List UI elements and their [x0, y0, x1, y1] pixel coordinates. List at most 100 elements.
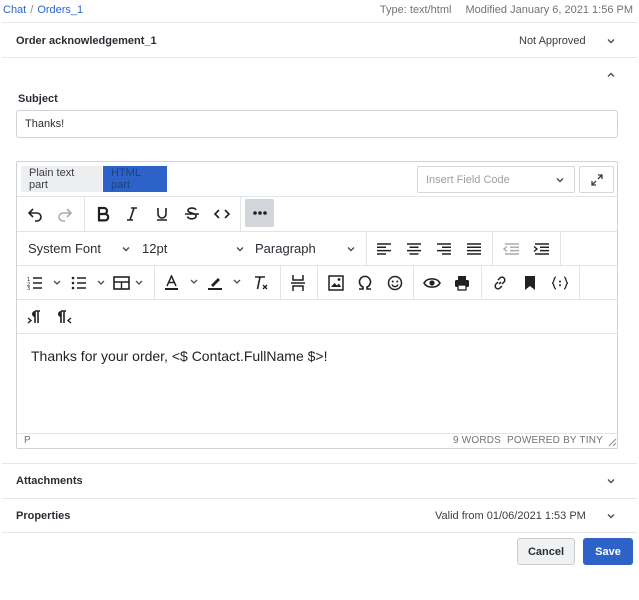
element-path[interactable]: P: [24, 435, 31, 446]
code-icon: [214, 209, 230, 219]
bookmark-icon: [525, 276, 535, 290]
insert-field-code-placeholder: Insert Field Code: [426, 173, 510, 186]
align-center-button[interactable]: [404, 239, 424, 259]
block-format-select[interactable]: Paragraph: [255, 241, 357, 256]
insert-field-code-select[interactable]: Insert Field Code: [417, 166, 575, 193]
properties-title[interactable]: Properties: [16, 510, 70, 522]
chevron-down-icon: [556, 177, 564, 182]
separator: [560, 232, 561, 266]
align-justify-icon: [467, 243, 481, 255]
numbered-list-icon: 1 2 3: [27, 277, 61, 290]
align-left-button[interactable]: [374, 239, 394, 259]
tab-html-part[interactable]: HTML part: [103, 166, 167, 192]
separator: [579, 266, 580, 300]
underline-icon: [157, 208, 167, 221]
preview-button[interactable]: [421, 273, 443, 293]
approval-status-chevron-down-icon[interactable]: [605, 35, 617, 47]
separator: [240, 197, 241, 232]
properties-chevron-down-icon[interactable]: [605, 510, 617, 522]
breadcrumb-chat-link[interactable]: Chat: [3, 4, 26, 16]
separator: [481, 266, 482, 300]
word-count: 9 WORDS: [452, 435, 502, 446]
page-break-button[interactable]: [287, 273, 309, 293]
cancel-button[interactable]: Cancel: [517, 538, 575, 565]
emoticons-button[interactable]: [384, 273, 406, 293]
table-button[interactable]: [112, 273, 148, 293]
italic-button[interactable]: [121, 203, 143, 225]
redo-button[interactable]: [54, 203, 76, 225]
divider: [2, 463, 637, 464]
insert-template-field-button[interactable]: [548, 273, 572, 293]
save-button[interactable]: Save: [583, 538, 633, 565]
toolbar-row-4: [17, 300, 617, 334]
font-family-select[interactable]: System Font: [28, 241, 132, 256]
font-size-select[interactable]: 12pt: [142, 241, 246, 256]
resize-handle-icon[interactable]: [607, 437, 617, 447]
special-character-button[interactable]: [354, 273, 376, 293]
strikethrough-icon: [185, 207, 199, 220]
justify-button[interactable]: [464, 239, 484, 259]
redo-icon: [58, 208, 73, 222]
chevron-down-icon: [122, 246, 130, 251]
page-break-icon: [291, 275, 305, 291]
insert-image-button[interactable]: [325, 273, 347, 293]
attachments-title[interactable]: Attachments: [16, 475, 83, 487]
font-family-value: System Font: [28, 241, 101, 256]
approval-status[interactable]: Not Approved: [519, 35, 586, 47]
separator: [413, 266, 414, 300]
align-left-icon: [377, 243, 391, 255]
print-button[interactable]: [451, 273, 473, 293]
divider: [2, 498, 637, 499]
bullet-list-button[interactable]: [69, 273, 109, 293]
editor-content[interactable]: Thanks for your order, <$ Contact.FullNa…: [31, 348, 327, 364]
collapse-chevron-up-icon[interactable]: [605, 69, 617, 81]
link-icon: [494, 276, 506, 290]
subject-input[interactable]: [16, 110, 618, 138]
text-color-button[interactable]: [162, 273, 202, 293]
template-meta: Type: text/html Modified January 6, 2021…: [380, 4, 633, 16]
undo-button[interactable]: [24, 203, 46, 225]
indent-icon: [533, 243, 549, 255]
highlight-color-button[interactable]: [205, 273, 245, 293]
right-to-left-icon: [58, 310, 72, 324]
align-right-button[interactable]: [434, 239, 454, 259]
svg-text:3: 3: [27, 286, 30, 290]
indent-button[interactable]: [531, 239, 551, 259]
breadcrumb-orders-link[interactable]: Orders_1: [37, 4, 83, 16]
numbered-list-button[interactable]: 1 2 3: [25, 273, 65, 293]
divider: [2, 532, 637, 533]
subject-label: Subject: [18, 93, 58, 105]
chevron-down-icon: [347, 246, 355, 251]
separator: [492, 232, 493, 266]
more-button[interactable]: [245, 199, 274, 227]
ltr-direction-button[interactable]: [24, 307, 46, 327]
separator: [317, 266, 318, 300]
outdent-icon: [503, 243, 519, 255]
rtl-direction-button[interactable]: [53, 307, 75, 327]
image-icon: [328, 275, 344, 291]
strikethrough-button[interactable]: [181, 203, 203, 225]
more-dots-icon: [252, 211, 267, 215]
align-center-icon: [407, 243, 421, 255]
attachments-chevron-down-icon[interactable]: [605, 475, 617, 487]
source-code-button[interactable]: [211, 203, 233, 225]
breadcrumb-separator: /: [30, 4, 34, 16]
outdent-button[interactable]: [501, 239, 521, 259]
smiley-icon: [387, 275, 403, 291]
bold-icon: [97, 206, 110, 222]
insert-link-button[interactable]: [489, 273, 511, 293]
table-icon: [113, 276, 143, 290]
anchor-button[interactable]: [519, 273, 541, 293]
tab-plain-text-part[interactable]: Plain text part: [21, 166, 102, 192]
separator: [84, 197, 85, 232]
undo-icon: [27, 208, 42, 222]
curly-braces-icon: [551, 276, 569, 290]
expand-icon: [590, 173, 603, 186]
breadcrumb: Chat / Orders_1: [3, 4, 83, 16]
powered-by-tiny-link[interactable]: POWERED BY TINY: [507, 435, 603, 446]
clear-formatting-button[interactable]: [250, 273, 272, 293]
fullscreen-button[interactable]: [579, 166, 614, 193]
printer-icon: [455, 276, 469, 291]
bold-button[interactable]: [92, 203, 114, 225]
underline-button[interactable]: [151, 203, 173, 225]
